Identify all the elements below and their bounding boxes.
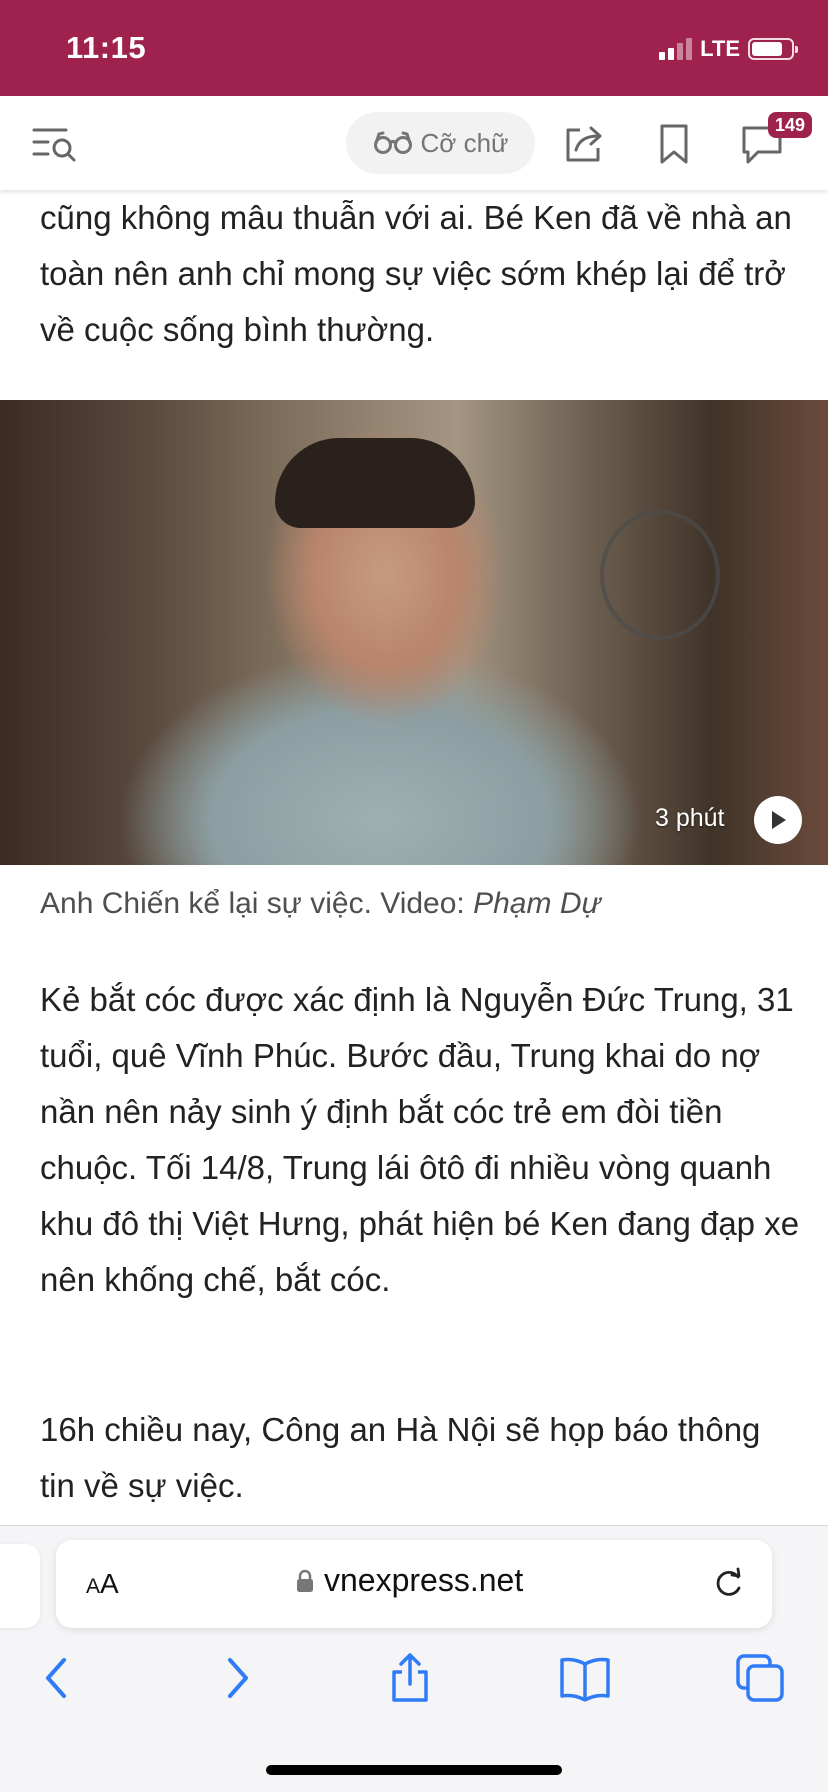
network-label: LTE xyxy=(700,36,740,61)
url-display[interactable]: vnexpress.net xyxy=(296,1562,523,1599)
article-toolbar: Cỡ chữ xyxy=(0,96,828,190)
bookmark-icon[interactable] xyxy=(656,122,692,166)
lock-icon xyxy=(297,1569,313,1592)
glasses-icon xyxy=(373,131,412,154)
share-sheet-icon[interactable] xyxy=(386,1652,434,1704)
status-time: 11:15 xyxy=(66,30,147,65)
video-thumbnail-detail xyxy=(600,510,720,640)
forward-icon[interactable] xyxy=(212,1652,260,1704)
comment-count-badge[interactable]: 149 xyxy=(768,112,812,138)
article-paragraph: 16h chiều nay, Công an Hà Nội sẽ họp báo… xyxy=(40,1411,761,1504)
video-thumbnail-detail xyxy=(275,438,475,528)
video-player[interactable]: 3 phút xyxy=(0,400,828,865)
menu-search-icon[interactable] xyxy=(30,124,80,164)
battery-icon xyxy=(748,38,798,60)
caption-text: Anh Chiến kể lại sự việc. Video: xyxy=(40,887,474,920)
tabs-icon[interactable] xyxy=(734,1652,786,1704)
font-size-button[interactable]: Cỡ chữ xyxy=(346,112,535,174)
bookmarks-icon[interactable] xyxy=(558,1652,612,1704)
video-duration: 3 phút xyxy=(655,804,725,832)
address-bar[interactable]: AA vnexpress.net xyxy=(56,1540,772,1628)
video-caption: Anh Chiến kể lại sự việc. Video: Phạm Dự xyxy=(40,880,800,928)
status-indicators: LTE xyxy=(659,36,798,62)
reader-settings-button[interactable]: AA xyxy=(86,1568,119,1600)
play-icon xyxy=(772,811,786,829)
font-size-label: Cỡ chữ xyxy=(420,127,509,158)
home-indicator xyxy=(266,1765,562,1775)
article-paragraph: Kẻ bắt cóc được xác định là Nguyễn Đức T… xyxy=(40,981,800,1298)
caption-author: Phạm Dự xyxy=(473,887,601,920)
signal-icon xyxy=(659,38,693,60)
article-paragraph: cũng không mâu thuẫn với ai. Bé Ken đã v… xyxy=(40,199,792,348)
previous-tab-preview[interactable] xyxy=(0,1544,40,1628)
url-text: vnexpress.net xyxy=(324,1562,524,1598)
play-button[interactable] xyxy=(754,796,802,844)
status-bar: 11:15 LTE xyxy=(0,0,828,96)
reload-icon[interactable] xyxy=(708,1564,748,1604)
share-icon[interactable] xyxy=(562,122,606,164)
back-icon[interactable] xyxy=(34,1652,82,1704)
